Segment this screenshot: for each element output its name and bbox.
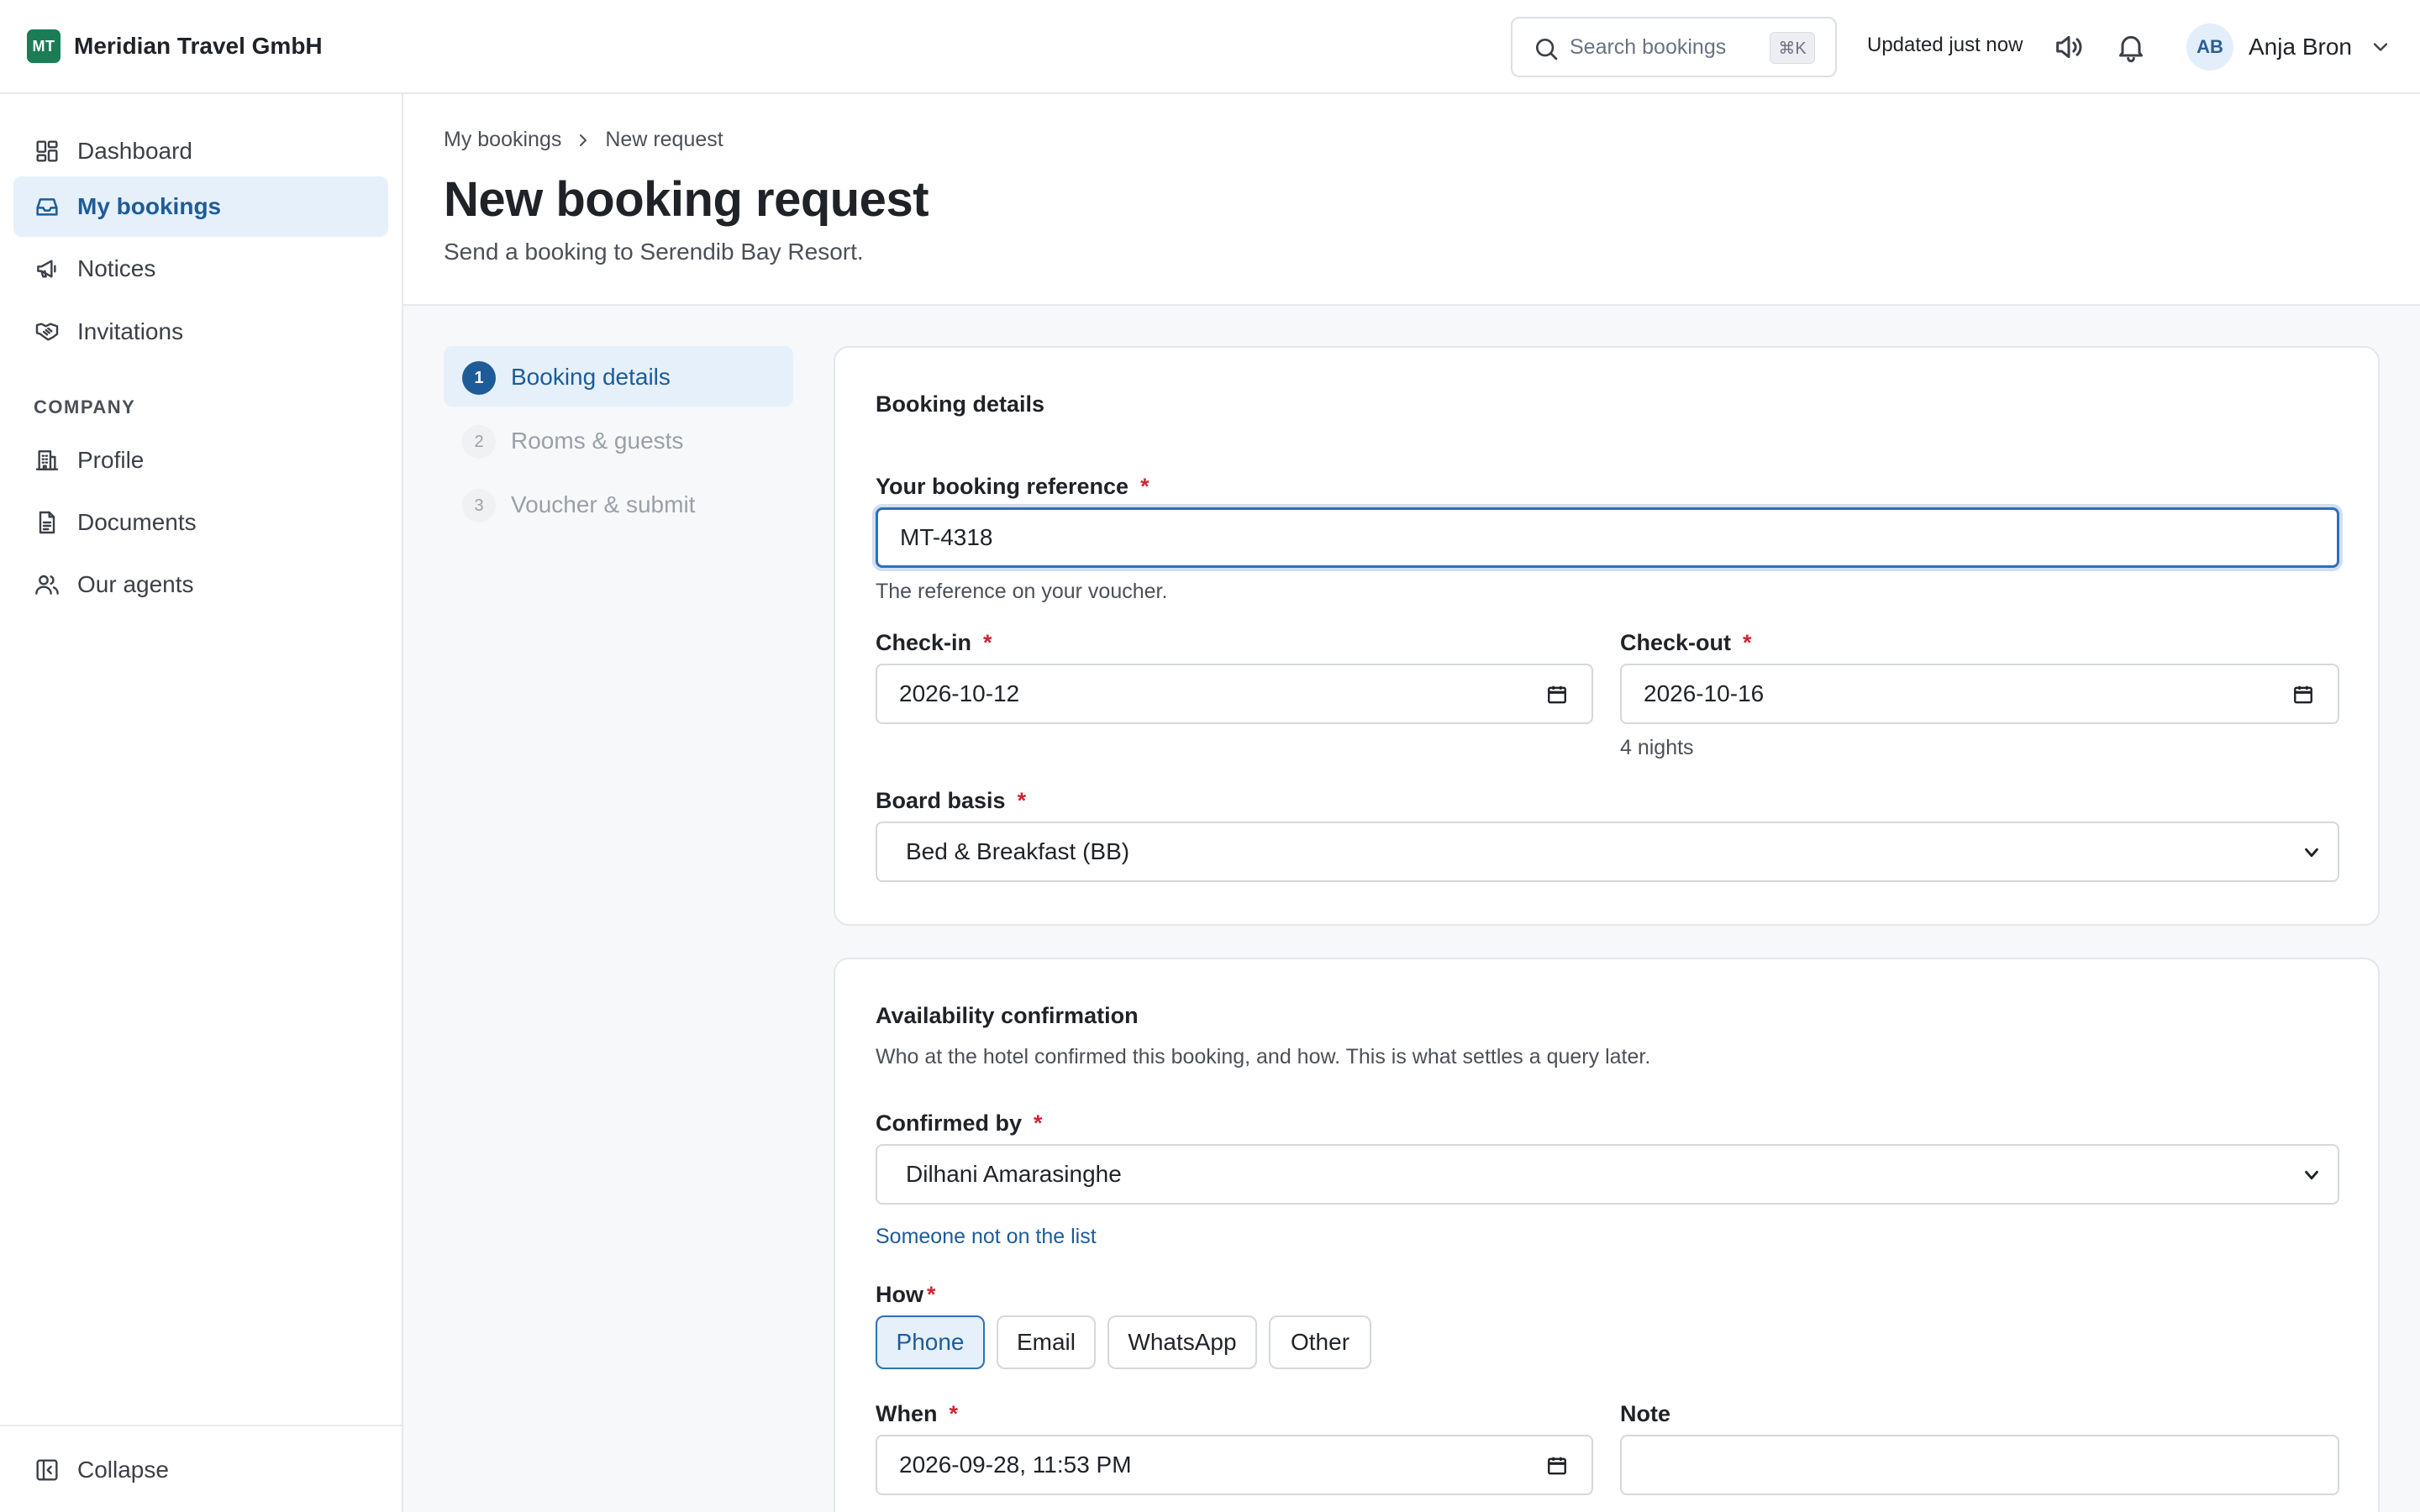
collapse-label: Collapse — [77, 1457, 169, 1483]
step-booking-details[interactable]: 1 Booking details — [444, 346, 793, 407]
collapse-button[interactable]: Collapse — [13, 1440, 388, 1500]
step-number: 1 — [462, 361, 496, 395]
step-label: Booking details — [511, 364, 671, 390]
sidebar-item-label: Our agents — [77, 571, 194, 597]
reference-hint: The reference on your voucher. — [876, 580, 1168, 603]
board-basis-value: Bed & Breakfast (BB) — [906, 838, 1130, 864]
note-label: Note — [1620, 1401, 1670, 1426]
top-bar: MT Meridian Travel GmbH ⌘K Updated just … — [0, 0, 2420, 94]
page-subtitle: Send a booking to Serendib Bay Resort. — [444, 239, 864, 265]
confirmed-by-value: Dilhani Amarasinghe — [906, 1161, 1122, 1187]
how-option-phone[interactable]: Phone — [876, 1315, 985, 1369]
chevron-down-icon — [2305, 1170, 2318, 1180]
how-option-email[interactable]: Email — [997, 1315, 1096, 1369]
chevron-down-icon — [2373, 43, 2388, 51]
breadcrumb-link-my-bookings[interactable]: My bookings — [444, 128, 561, 152]
brand[interactable]: MT Meridian Travel GmbH — [27, 29, 323, 63]
when-label: When * — [876, 1401, 959, 1426]
sidebar-item-documents[interactable]: Documents — [13, 492, 388, 553]
sidebar-item-label: Profile — [77, 447, 145, 473]
confirmed-by-select[interactable]: Dilhani Amarasinghe — [876, 1144, 2339, 1205]
checkin-value: 2026-10-12 — [899, 680, 1020, 706]
dashboard-icon — [36, 140, 58, 162]
calendar-icon[interactable] — [2292, 684, 2314, 706]
step-number: 3 — [462, 489, 496, 522]
sidebar-item-label: Notices — [77, 255, 156, 281]
card-title: Availability confirmation — [876, 1003, 1139, 1028]
when-datetime-field[interactable]: 2026-09-28, 11:53 PM — [876, 1435, 1593, 1495]
breadcrumb-current: New request — [605, 128, 723, 151]
speaker-icon[interactable] — [2052, 30, 2086, 64]
calendar-icon[interactable] — [1546, 1455, 1568, 1477]
sidebar-main: Dashboard My bookings Notices Invitation… — [0, 94, 403, 1512]
inbox-icon — [36, 198, 58, 216]
how-label: How * — [876, 1282, 936, 1307]
how-option-whatsapp[interactable]: WhatsApp — [1107, 1315, 1257, 1369]
building-icon — [35, 450, 59, 470]
booking-details-card: Booking details Your booking reference * … — [834, 346, 2380, 926]
breadcrumb: My bookings New request — [444, 128, 723, 152]
bell-icon[interactable] — [2114, 30, 2148, 64]
collapse-sidebar-icon — [36, 1459, 58, 1481]
step-label: Voucher & submit — [511, 491, 696, 517]
document-icon — [39, 511, 55, 534]
sidebar-item-label: My bookings — [77, 193, 222, 219]
calendar-icon[interactable] — [1546, 684, 1568, 706]
sidebar-item-label: Dashboard — [77, 138, 192, 164]
user-menu[interactable]: AB Anja Bron — [2186, 24, 2392, 71]
booking-reference-input[interactable] — [900, 524, 2337, 551]
sidebar-item-label: Documents — [77, 509, 197, 535]
sidebar-item-notices[interactable]: Notices — [13, 239, 388, 299]
search-icon — [1536, 39, 1558, 60]
sidebar-item-invitations[interactable]: Invitations — [13, 302, 388, 362]
sidebar-item-my-bookings[interactable]: My bookings — [13, 176, 388, 237]
user-name: Anja Bron — [2249, 34, 2352, 60]
main-content: 1 Booking details 2 Rooms & guests 3 Vou… — [403, 306, 2420, 1512]
availability-card: Availability confirmation Who at the hot… — [834, 958, 2380, 1512]
page-title: New booking request — [444, 172, 929, 227]
confirmed-by-label: Confirmed by * — [876, 1110, 1043, 1136]
board-basis-label: Board basis * — [876, 788, 1027, 813]
handshake-icon — [35, 323, 59, 341]
step-rooms-guests[interactable]: 2 Rooms & guests — [444, 410, 793, 470]
booking-reference-field[interactable] — [876, 507, 2339, 568]
chevron-down-icon — [2305, 848, 2318, 858]
note-input[interactable] — [1644, 1452, 2338, 1478]
users-icon — [35, 575, 59, 595]
reference-label: Your booking reference * — [876, 474, 1150, 499]
board-basis-select[interactable]: Bed & Breakfast (BB) — [876, 822, 2339, 882]
brand-logo: MT — [27, 29, 60, 63]
sidebar-footer: Collapse — [0, 1425, 402, 1512]
step-number: 2 — [462, 425, 496, 459]
card-description: Who at the hotel confirmed this booking,… — [876, 1045, 1651, 1068]
sidebar-item-profile[interactable]: Profile — [13, 430, 388, 491]
checkout-value: 2026-10-16 — [1644, 680, 1765, 706]
card-title: Booking details — [876, 391, 1045, 417]
checkin-label: Check-in * — [876, 630, 992, 655]
step-label: Rooms & guests — [511, 428, 684, 454]
sidebar-item-dashboard[interactable]: Dashboard — [13, 121, 388, 181]
checkin-date-field[interactable]: 2026-10-12 — [876, 664, 1593, 724]
sidebar-item-our-agents[interactable]: Our agents — [13, 554, 388, 615]
note-field[interactable] — [1620, 1435, 2339, 1495]
checkout-date-field[interactable]: 2026-10-16 — [1620, 664, 2339, 724]
brand-name: Meridian Travel GmbH — [74, 33, 323, 59]
megaphone-icon — [37, 260, 56, 278]
someone-not-on-list-link[interactable]: Someone not on the list — [876, 1225, 1097, 1249]
sidebar-section-label: COMPANY — [34, 396, 136, 417]
nights-count: 4 nights — [1620, 736, 1694, 759]
when-value: 2026-09-28, 11:53 PM — [899, 1452, 1132, 1478]
checkout-label: Check-out * — [1620, 630, 1752, 655]
updated-status: Updated just now — [1867, 34, 2023, 56]
search-input[interactable] — [1570, 30, 1763, 64]
page-header: My bookings New request New booking requ… — [403, 94, 2420, 306]
search-box[interactable]: ⌘K — [1511, 17, 1837, 77]
step-voucher-submit[interactable]: 3 Voucher & submit — [444, 474, 793, 534]
sidebar-item-label: Invitations — [77, 318, 184, 344]
avatar: AB — [2186, 24, 2233, 71]
how-option-other[interactable]: Other — [1269, 1315, 1371, 1369]
chevron-right-icon — [580, 134, 587, 146]
search-shortcut: ⌘K — [1770, 32, 1815, 64]
